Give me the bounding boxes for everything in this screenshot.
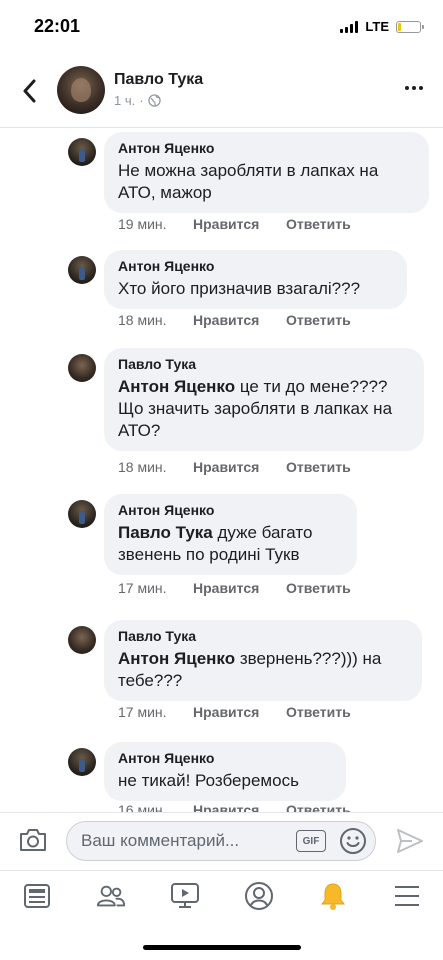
- status-bar: 22:01 LTE: [0, 0, 443, 54]
- post-meta: 1 ч. ·: [114, 93, 161, 108]
- commenter-name[interactable]: Павло Тука: [118, 628, 408, 645]
- commenter-name[interactable]: Антон Яценко: [118, 258, 393, 275]
- camera-button[interactable]: [18, 827, 48, 858]
- comment-composer: GIF: [0, 812, 443, 870]
- notifications-icon: [321, 883, 345, 910]
- like-button[interactable]: Нравится: [193, 312, 286, 328]
- mention-link[interactable]: Антон Яценко: [118, 377, 235, 396]
- camera-icon: [20, 829, 46, 851]
- comment-actions: 16 мин. Нравится Ответить: [118, 802, 351, 812]
- nav-notifications[interactable]: [318, 881, 348, 911]
- status-time: 22:01: [34, 16, 81, 36]
- reply-button[interactable]: Ответить: [286, 216, 351, 232]
- comment-time[interactable]: 17 мин.: [118, 580, 193, 596]
- comment-bubble[interactable]: Антон Яценко Не можна заробляти в лапках…: [104, 132, 429, 213]
- comment-actions: 17 мин. Нравится Ответить: [118, 580, 351, 596]
- comment-bubble[interactable]: Антон Яценко не тикай! Розберемось: [104, 742, 346, 801]
- reply-button[interactable]: Ответить: [286, 704, 351, 720]
- bottom-navigation: [0, 870, 443, 960]
- reply-button[interactable]: Ответить: [286, 459, 351, 475]
- commenter-avatar[interactable]: [68, 748, 96, 776]
- status-indicators: LTE: [340, 19, 424, 34]
- commenter-avatar[interactable]: [68, 500, 96, 528]
- author-avatar[interactable]: [57, 66, 105, 114]
- back-button[interactable]: [16, 76, 42, 106]
- signal-icon: [340, 20, 359, 33]
- nav-watch[interactable]: [170, 881, 200, 911]
- emoji-button[interactable]: [339, 827, 367, 860]
- nav-menu[interactable]: [392, 881, 422, 911]
- comment-time[interactable]: 17 мин.: [118, 704, 193, 720]
- comment-actions: 18 мин. Нравится Ответить: [118, 459, 351, 475]
- nav-profile[interactable]: [244, 881, 274, 911]
- commenter-avatar[interactable]: [68, 256, 96, 284]
- like-button[interactable]: Нравится: [193, 704, 286, 720]
- comment-text: Антон Яценко звернень???))) на тебе???: [118, 649, 382, 690]
- comment-text: Не можна заробляти в лапках на АТО, мажо…: [118, 161, 379, 202]
- news-feed-icon: [24, 884, 50, 908]
- profile-icon: [245, 882, 273, 910]
- nav-news-feed[interactable]: [22, 881, 52, 911]
- like-button[interactable]: Нравится: [193, 802, 286, 812]
- commenter-name[interactable]: Антон Яценко: [118, 750, 332, 767]
- comment-text: не тикай! Розберемось: [118, 771, 299, 790]
- nav-friends[interactable]: [96, 881, 126, 911]
- send-icon: [397, 829, 423, 853]
- reply-button[interactable]: Ответить: [286, 580, 351, 596]
- comment-time[interactable]: 19 мин.: [118, 216, 193, 232]
- comment-bubble[interactable]: Павло Тука Антон Яценко звернень???))) н…: [104, 620, 422, 701]
- like-button[interactable]: Нравится: [193, 216, 286, 232]
- menu-icon: [395, 886, 419, 906]
- author-name[interactable]: Павло Тука: [114, 71, 203, 89]
- watch-icon: [171, 883, 199, 908]
- friends-icon: [96, 885, 126, 907]
- comment-text: Павло Тука дуже багато звенень по родині…: [118, 523, 313, 564]
- post-header: Павло Тука 1 ч. ·: [0, 54, 443, 128]
- home-indicator[interactable]: [143, 945, 301, 950]
- battery-level: [398, 22, 401, 31]
- comment-input[interactable]: [66, 821, 376, 861]
- commenter-name[interactable]: Антон Яценко: [118, 140, 415, 157]
- globe-icon: [147, 94, 161, 107]
- commenter-avatar[interactable]: [68, 626, 96, 654]
- post-time[interactable]: 1 ч.: [114, 93, 135, 108]
- commenter-avatar[interactable]: [68, 354, 96, 382]
- smiley-icon: [340, 828, 366, 854]
- network-type: LTE: [365, 19, 389, 34]
- comment-actions: 18 мин. Нравится Ответить: [118, 312, 351, 328]
- like-button[interactable]: Нравится: [193, 459, 286, 475]
- comment-actions: 17 мин. Нравится Ответить: [118, 704, 351, 720]
- like-button[interactable]: Нравится: [193, 580, 286, 596]
- comment-list[interactable]: Антон Яценко Не можна заробляти в лапках…: [0, 128, 443, 812]
- gif-button[interactable]: GIF: [296, 830, 326, 852]
- commenter-name[interactable]: Антон Яценко: [118, 502, 343, 519]
- reply-button[interactable]: Ответить: [286, 802, 351, 812]
- comment-text: Антон Яценко це ти до мене???? Що значит…: [118, 377, 393, 440]
- chevron-left-icon: [23, 79, 36, 103]
- reply-button[interactable]: Ответить: [286, 312, 351, 328]
- comment-time[interactable]: 18 мин.: [118, 459, 193, 475]
- mention-link[interactable]: Павло Тука: [118, 523, 213, 542]
- comment-bubble[interactable]: Антон Яценко Хто його призначив взагалі?…: [104, 250, 407, 309]
- mention-link[interactable]: Антон Яценко: [118, 649, 235, 668]
- send-button[interactable]: [395, 827, 425, 860]
- comment-bubble[interactable]: Павло Тука Антон Яценко це ти до мене???…: [104, 348, 424, 451]
- commenter-avatar[interactable]: [68, 138, 96, 166]
- battery-icon: [396, 20, 424, 33]
- comment-time[interactable]: 16 мин.: [118, 802, 193, 812]
- comment-bubble[interactable]: Антон Яценко Павло Тука дуже багато звен…: [104, 494, 357, 575]
- comment-text: Хто його призначив взагалі???: [118, 279, 361, 298]
- comment-actions: 19 мин. Нравится Ответить: [118, 216, 351, 232]
- commenter-name[interactable]: Павло Тука: [118, 356, 410, 373]
- comment-time[interactable]: 18 мин.: [118, 312, 193, 328]
- meta-separator: ·: [139, 93, 144, 108]
- more-options-button[interactable]: [405, 86, 423, 90]
